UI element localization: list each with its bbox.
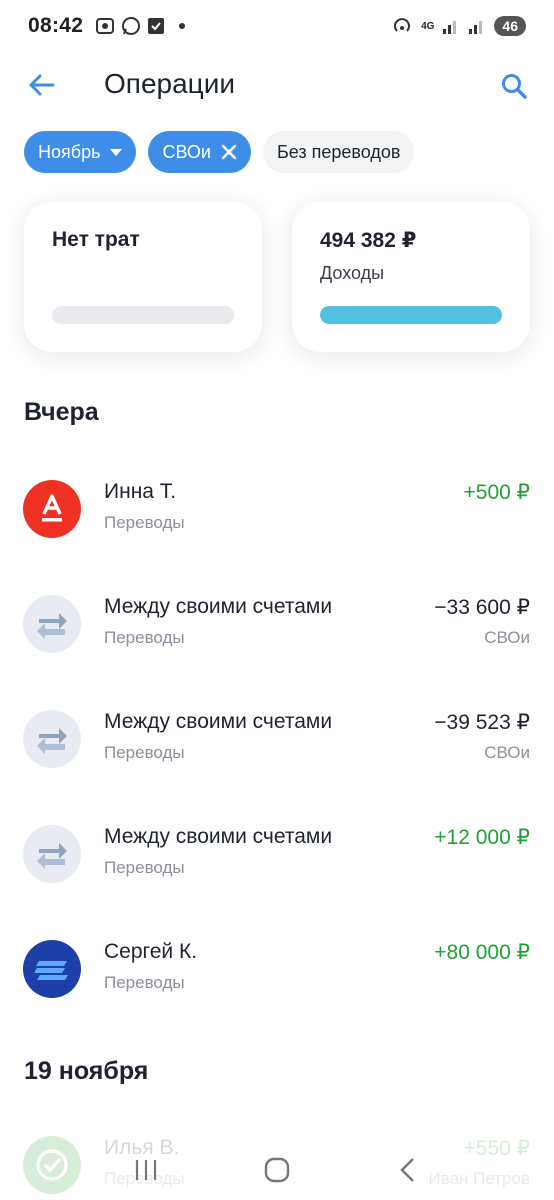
status-time: 08:42 [28,14,84,37]
checkbox-notification-icon [148,18,165,34]
operation-category: Переводы [104,513,185,532]
alfa-bank-icon [23,480,81,538]
signal-icon-2 [469,21,483,34]
operation-row[interactable]: Между своими счетами Переводы −33 600 ₽ … [0,581,554,661]
filter-chips: Ноябрь СВОи Без переводов [24,131,415,173]
battery-indicator: 46 [494,16,526,36]
bank-stripes-icon [23,940,81,998]
recent-apps-button[interactable] [126,1150,166,1190]
income-amount: 494 382 ₽ [320,229,417,252]
network-type: 4G [421,20,435,32]
arrow-left-icon [29,74,55,96]
operation-row[interactable]: Инна Т. Переводы +500 ₽ [0,466,554,546]
summary-cards: Нет трат 494 382 ₽ Доходы [24,202,530,352]
dropdown-triangle-icon [110,148,123,156]
operation-row[interactable]: Между своими счетами Переводы −39 523 ₽ … [0,696,554,776]
operation-amount: −33 600 ₽ [434,596,530,619]
close-icon[interactable] [221,144,237,160]
filter-chip-label: Ноябрь [38,141,101,162]
filter-chip-month[interactable]: Ноябрь [24,131,137,173]
operation-amount: +500 ₽ [463,481,531,504]
search-icon [502,74,527,99]
spending-bar [52,306,234,324]
whatsapp-icon [122,17,141,35]
hotspot-icon [394,18,410,32]
search-button[interactable] [496,68,532,104]
back-button[interactable] [24,68,58,102]
status-bar: 08:42 4G 46 [0,0,554,52]
spending-card[interactable]: Нет трат [24,202,262,352]
status-right-icons: 4G 46 [391,15,526,37]
operation-row[interactable]: Сергей К. Переводы +80 000 ₽ [0,926,554,1006]
transfer-arrows-icon [23,825,81,883]
income-bar [320,306,502,324]
operation-category: Переводы [104,628,185,647]
spending-title: Нет трат [52,228,140,251]
operation-name: Между своими счетами [104,710,333,733]
income-label: Доходы [320,263,385,283]
operation-category: Переводы [104,858,185,877]
more-notifications-dot [179,23,186,29]
transfer-arrows-icon [23,595,81,653]
income-bar-fill [320,306,502,324]
operation-account: СВОи [484,743,530,762]
operation-amount: +12 000 ₽ [434,826,530,849]
system-nav-bar [0,1140,554,1200]
screenshot-icon [96,18,115,34]
home-button[interactable] [257,1150,297,1190]
operation-name: Инна Т. [104,480,177,503]
section-title-nov-19: 19 ноября [24,1057,149,1085]
operation-category: Переводы [104,973,185,992]
operation-amount: +80 000 ₽ [434,941,530,964]
page-title: Операции [104,68,235,99]
transfer-arrows-icon [23,710,81,768]
filter-chip-label: Без переводов [276,141,401,162]
filter-chip-label: СВОи [162,141,211,162]
section-title-yesterday: Вчера [24,398,99,426]
filter-chip-no-transfers[interactable]: Без переводов [262,131,415,173]
chevron-left-icon [400,1158,415,1182]
filter-chip-account[interactable]: СВОи [148,131,251,173]
operation-amount: −39 523 ₽ [434,711,530,734]
operation-row[interactable]: Между своими счетами Переводы +12 000 ₽ [0,811,554,891]
operation-category: Переводы [104,743,185,762]
home-icon [264,1157,290,1183]
app-header: Операции [0,58,554,112]
operation-name: Между своими счетами [104,595,333,618]
operation-name: Сергей К. [104,940,198,963]
operation-account: СВОи [484,628,530,647]
operation-name: Между своими счетами [104,825,333,848]
recent-apps-icon [135,1160,156,1180]
notification-icons [95,16,165,36]
income-card[interactable]: 494 382 ₽ Доходы [292,202,530,352]
system-back-button[interactable] [388,1150,428,1190]
signal-icon [443,21,457,34]
